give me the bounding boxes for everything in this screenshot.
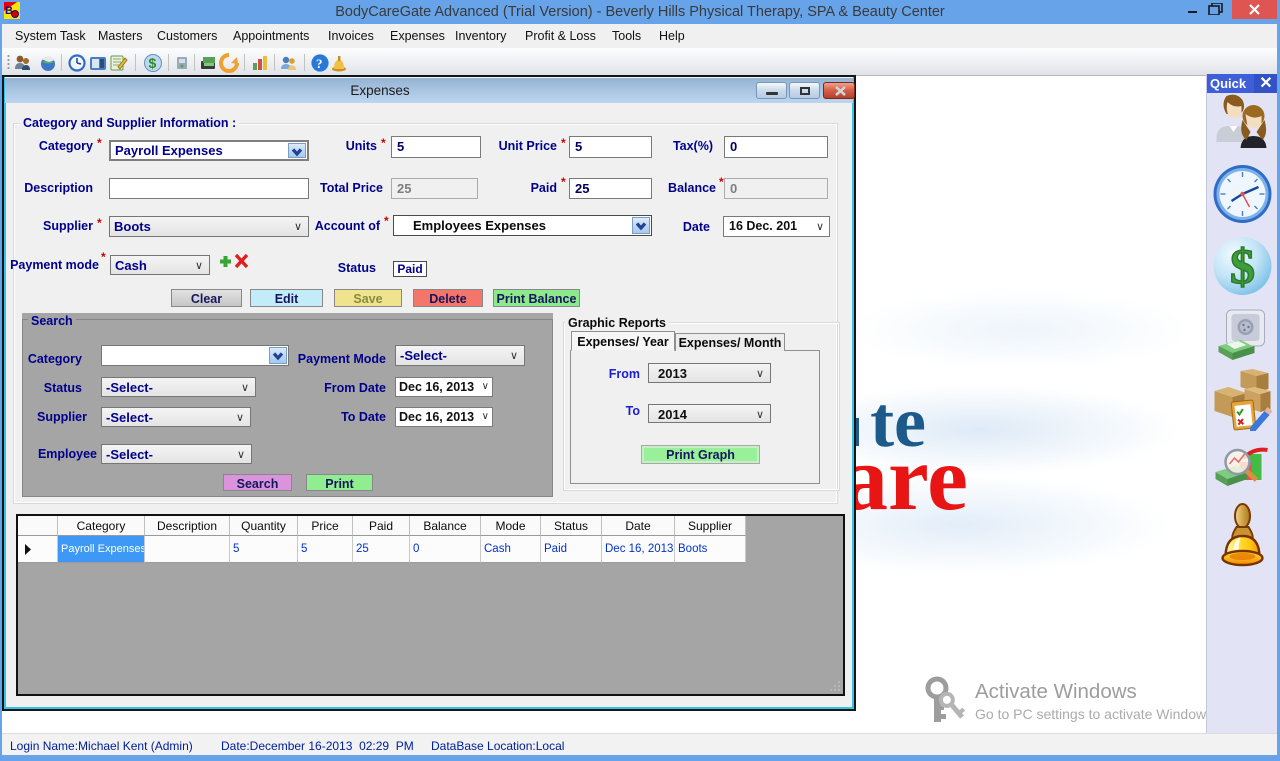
svg-text:$: $ xyxy=(149,55,157,71)
svg-text:?: ? xyxy=(316,56,323,71)
svg-text:$: $ xyxy=(1230,238,1255,294)
